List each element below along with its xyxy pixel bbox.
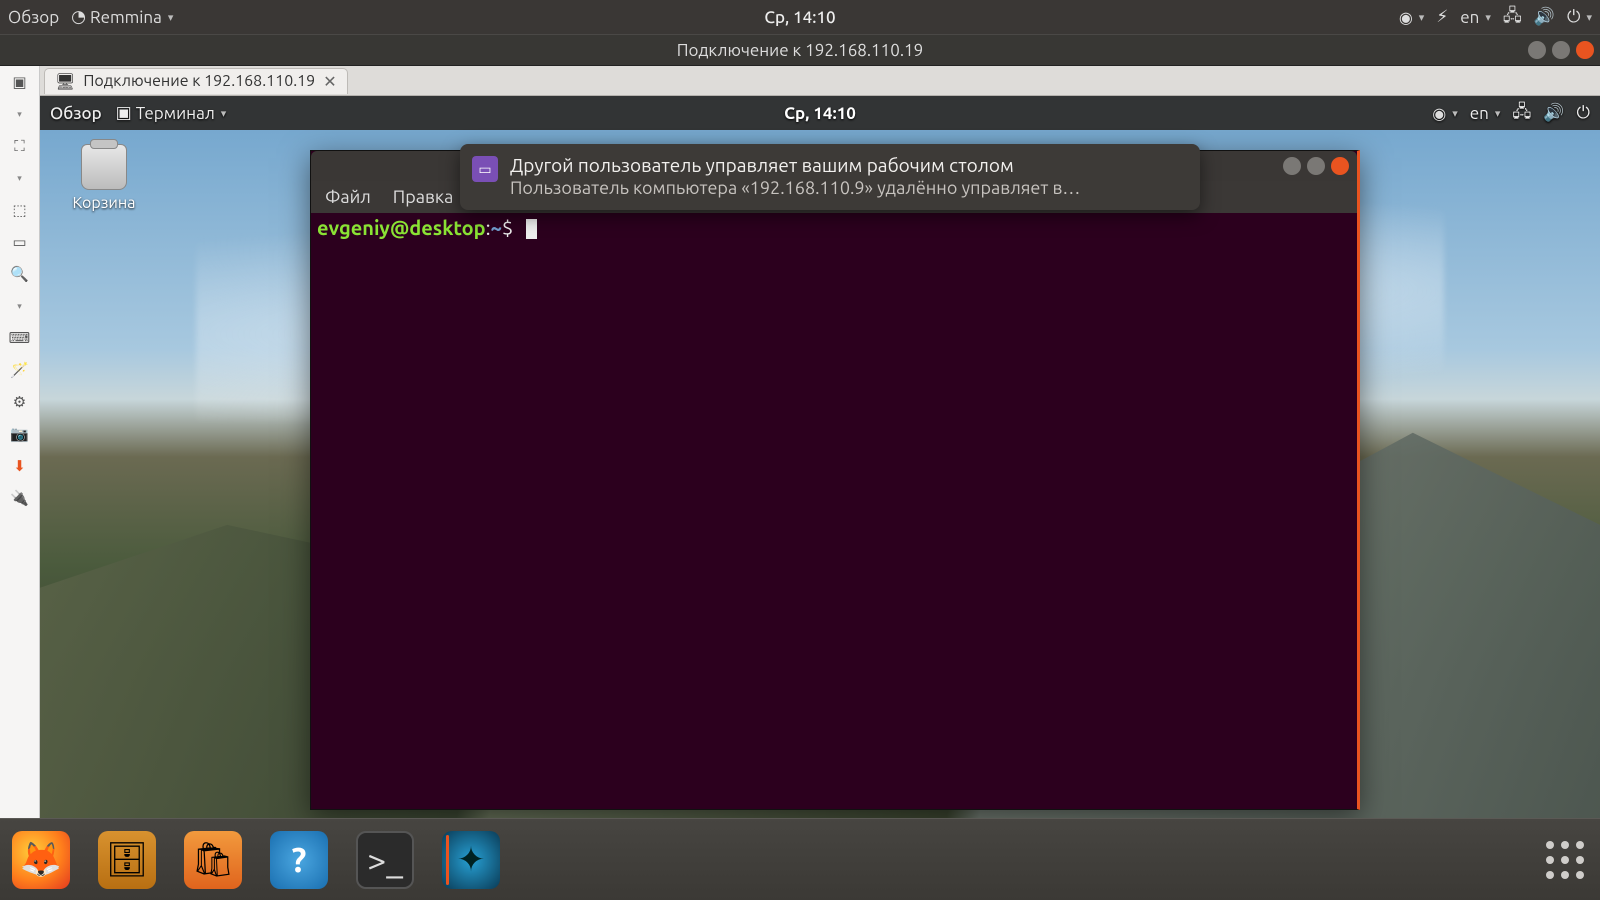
help-icon: ?	[292, 841, 307, 879]
remmina-toolbar: ▣ ⛶ ⬚ ▭ 🔍 ⌨ 🪄 ⚙ 📷 ⬇ 🔌	[0, 66, 40, 818]
terminal-menu-edit[interactable]: Правка	[393, 187, 454, 207]
remmina-tool-tools-icon[interactable]: ⚙	[7, 390, 33, 414]
remmina-tool-disconnect-icon[interactable]: 🔌	[7, 486, 33, 510]
remote-app-menu-label: Терминал	[136, 104, 215, 123]
dock-app-help[interactable]: ?	[270, 831, 328, 889]
trash-icon	[81, 144, 127, 190]
remmina-icon: ✦	[457, 840, 486, 880]
remmina-client-area: ▣ ⛶ ⬚ ▭ 🔍 ⌨ 🪄 ⚙ 📷 ⬇ 🔌 🖥 Подключение к 19…	[0, 66, 1600, 818]
remmina-tool-fullscreen-icon[interactable]: ⬚	[7, 198, 33, 222]
terminal-menu-file[interactable]: Файл	[325, 187, 371, 207]
screen-share-icon: ▭	[472, 156, 498, 182]
dock-app-terminal[interactable]: >_	[356, 831, 414, 889]
accessibility-icon: ◉	[1432, 104, 1446, 123]
remmina-small-icon: ◔	[71, 7, 86, 27]
terminal-body[interactable]: evgeniy@desktop:~$	[311, 213, 1357, 243]
remote-keyboard-layout-label: en	[1470, 104, 1489, 123]
window-maximize-button[interactable]	[1552, 41, 1570, 59]
prompt-host: desktop	[409, 216, 485, 239]
remote-keyboard-layout-menu[interactable]: en	[1470, 104, 1501, 123]
unknown-indicator-icon[interactable]: ⚡	[1436, 7, 1448, 27]
firefox-icon: 🦊	[20, 840, 62, 880]
prompt-symbol: $	[502, 216, 513, 239]
host-topbar: Обзор ◔ Remmina Ср, 14:10 ◉ ⚡ en 🖧 🔊 ⏻	[0, 0, 1600, 34]
remmina-tool-fit-icon[interactable]: ⛶	[7, 134, 33, 158]
accessibility-menu[interactable]: ◉	[1399, 8, 1425, 27]
host-clock[interactable]: Ср, 14:10	[764, 8, 835, 27]
remmina-window-titlebar: Подключение к 192.168.110.19	[0, 34, 1600, 66]
window-minimize-button[interactable]	[1528, 41, 1546, 59]
remote-activities-button[interactable]: Обзор	[50, 104, 102, 123]
terminal-cursor	[526, 219, 537, 239]
dock-app-firefox[interactable]: 🦊	[12, 831, 70, 889]
remote-desktop-viewport[interactable]: Обзор ▣ Терминал Ср, 14:10 ◉ en 🖧 🔊 ⏻ Ко…	[40, 96, 1600, 818]
remmina-tool-preferences-icon[interactable]: 🪄	[7, 358, 33, 382]
host-app-menu-label: Remmina	[90, 8, 162, 27]
remote-app-menu[interactable]: ▣ Терминал	[116, 103, 227, 123]
show-applications-button[interactable]	[1542, 837, 1588, 883]
tab-close-button[interactable]: ✕	[323, 72, 336, 91]
prompt-path: ~	[491, 216, 502, 239]
remmina-tool-dropdown-2[interactable]	[7, 166, 33, 190]
host-dock: 🦊 🗄 🛍 ? >_ ✦	[0, 818, 1600, 900]
host-activities-button[interactable]: Обзор	[8, 8, 59, 27]
volume-icon[interactable]: 🔊	[1534, 7, 1555, 27]
dock-app-files[interactable]: 🗄	[98, 831, 156, 889]
remmina-tool-menu-icon[interactable]: ▣	[7, 70, 33, 94]
terminal-close-button[interactable]	[1331, 157, 1349, 175]
remmina-tabbar: 🖥 Подключение к 192.168.110.19 ✕	[40, 66, 1600, 96]
files-icon: 🗄	[105, 840, 148, 880]
accessibility-icon: ◉	[1399, 8, 1413, 27]
notification-title: Другой пользователь управляет вашим рабо…	[510, 154, 1184, 176]
keyboard-layout-menu[interactable]: en	[1460, 8, 1491, 27]
prompt-user: evgeniy	[317, 216, 390, 239]
dock-app-software[interactable]: 🛍	[184, 831, 242, 889]
network-icon[interactable]: 🖧	[1503, 3, 1522, 32]
host-app-menu[interactable]: ◔ Remmina	[71, 7, 173, 27]
remote-accessibility-menu[interactable]: ◉	[1432, 104, 1458, 123]
remmina-tool-fit-window-icon[interactable]: ▭	[7, 230, 33, 254]
keyboard-layout-label: en	[1460, 8, 1479, 27]
remote-volume-icon[interactable]: 🔊	[1543, 103, 1564, 123]
remote-clock[interactable]: Ср, 14:10	[784, 104, 856, 123]
remmina-tool-dropdown[interactable]	[7, 102, 33, 126]
remmina-tool-screenshot-icon[interactable]: 📷	[7, 422, 33, 446]
remote-topbar: Обзор ▣ Терминал Ср, 14:10 ◉ en 🖧 🔊 ⏻	[40, 96, 1600, 130]
tab-label: Подключение к 192.168.110.19	[83, 72, 315, 90]
terminal-window[interactable]: Файл Правка evgeniy@desktop:~$	[310, 150, 1360, 810]
remmina-connection-tab[interactable]: 🖥 Подключение к 192.168.110.19 ✕	[44, 68, 348, 94]
shopping-bag-icon: 🛍	[191, 840, 234, 880]
remmina-tool-dropdown-3[interactable]	[7, 294, 33, 318]
remote-power-icon[interactable]: ⏻	[1577, 103, 1590, 123]
terminal-minimize-button[interactable]	[1283, 157, 1301, 175]
window-title: Подключение к 192.168.110.19	[677, 41, 923, 60]
terminal-icon: >_	[367, 841, 403, 879]
remote-network-icon[interactable]: 🖧	[1512, 99, 1531, 128]
trash-label: Корзина	[56, 194, 152, 212]
monitor-icon: 🖥	[55, 72, 75, 91]
notification-body: Пользователь компьютера «192.168.110.9» …	[510, 178, 1184, 198]
system-menu[interactable]: ⏻	[1567, 7, 1592, 27]
window-close-button[interactable]	[1576, 41, 1594, 59]
terminal-small-icon: ▣	[116, 103, 132, 123]
remmina-tool-search-icon[interactable]: 🔍	[7, 262, 33, 286]
dock-app-remmina[interactable]: ✦	[442, 831, 500, 889]
remmina-tool-keyboard-icon[interactable]: ⌨	[7, 326, 33, 350]
remmina-tool-download-icon[interactable]: ⬇	[7, 454, 33, 478]
power-icon: ⏻	[1567, 7, 1580, 27]
terminal-maximize-button[interactable]	[1307, 157, 1325, 175]
remote-control-notification[interactable]: ▭ Другой пользователь управляет вашим ра…	[460, 144, 1200, 210]
trash-desktop-icon[interactable]: Корзина	[56, 144, 152, 212]
